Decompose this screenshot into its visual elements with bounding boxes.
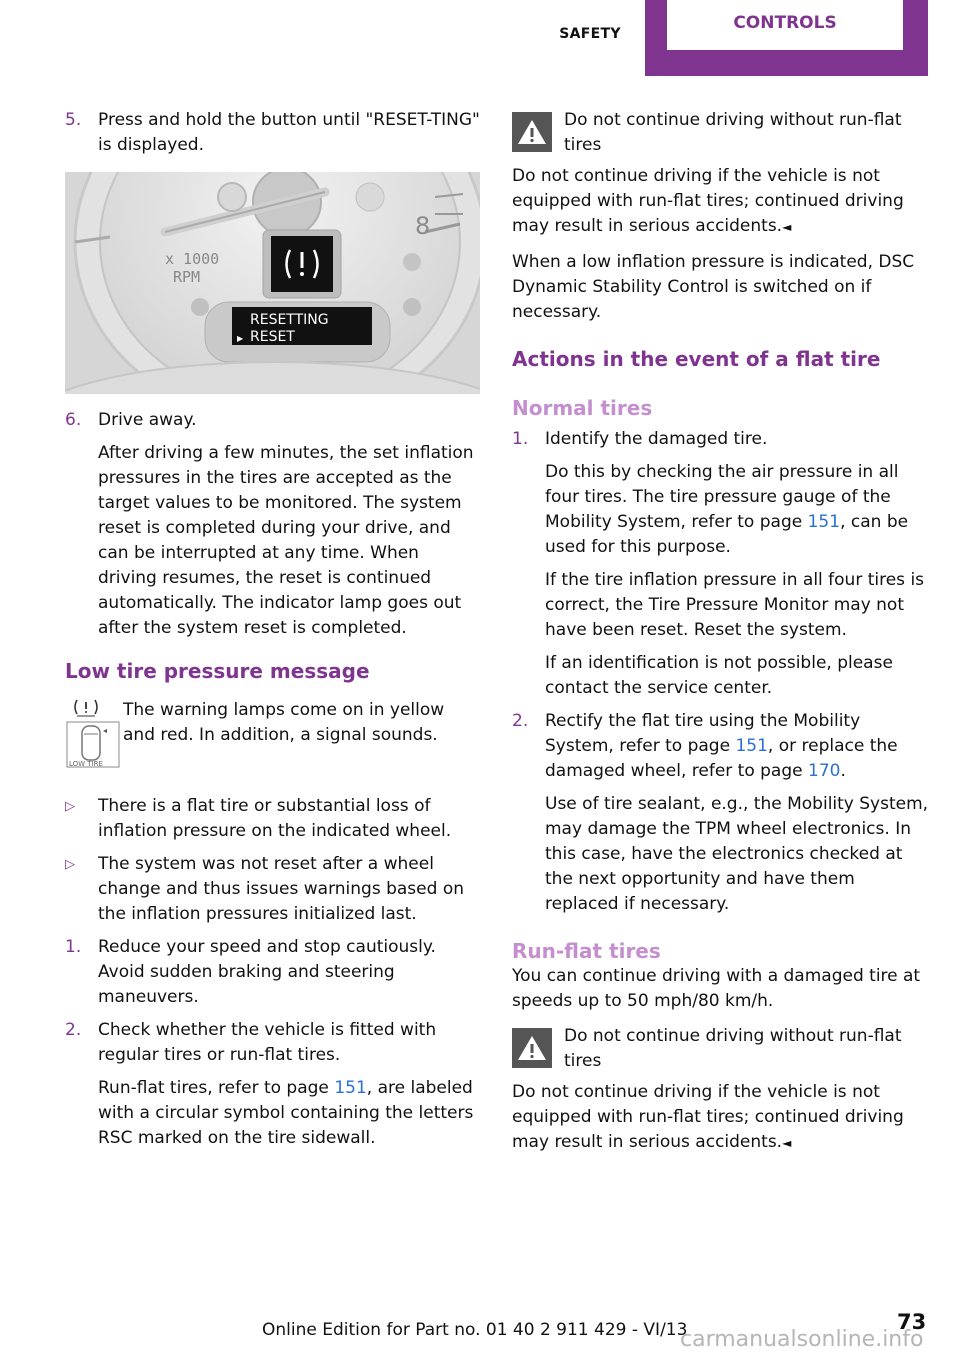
triangle-bullet-icon: ▷ [65,857,75,872]
step-number: 2. [512,711,529,731]
page-header: SAFETY CONTROLS [0,0,960,76]
low-tire-icons: LOW TIRE [66,699,120,768]
low-tire-message: LOW TIRE The warning lamps come on in ye… [65,698,480,776]
display-line-1: RESETTING [250,312,329,328]
bullet-item: ▷ The system was not reset after a wheel… [65,852,480,927]
tpm-warning-icon [74,699,98,717]
right-column: Do not continue driving without run-flat… [512,108,932,1166]
gauge-unit-1: x 1000 [165,250,219,268]
turn-signal-icon [217,182,247,212]
step-1: 1. Reduce your speed and stop cautiously… [65,935,480,1010]
end-mark-icon: ◄ [782,1136,792,1150]
left-column: 5. Press and hold the button until "RESE… [65,108,480,1159]
normal-step-1: 1. Identify the damaged tire. Do this by… [512,427,932,701]
warning-box: Do not continue driving without run-flat… [512,108,932,158]
actions-heading: Actions in the event of a flat tire [512,347,881,371]
tab-safety[interactable]: SAFETY [540,22,640,47]
gauge-number: 8 [415,212,430,240]
runflat-text: You can continue driving with a damaged … [512,966,921,1011]
step-number: 6. [65,410,82,430]
step-number: 2. [65,1020,82,1040]
warning-title: Do not continue driving without run-flat… [564,110,902,155]
svg-text:▶: ▶ [237,334,244,343]
step-title: Drive away. [98,410,197,430]
warning-triangle-icon [512,112,552,152]
car-low-tire-icon: LOW TIRE [66,721,120,768]
watermark: carmanualsonline.info [680,1327,924,1352]
step-5: 5. Press and hold the button until "RESE… [65,108,480,158]
step-number: 1. [512,429,529,449]
tab-controls-label: CONTROLS [667,0,903,50]
step-6: 6. Drive away. After driving a few minut… [65,408,480,641]
warning-title: Do not continue driving without run-flat… [564,1026,902,1071]
page-link-151[interactable]: 151 [808,512,840,532]
low-tire-label: LOW TIRE [69,760,103,768]
end-mark-icon: ◄ [782,220,792,234]
step-2: 2. Check whether the vehicle is fitted w… [65,1018,480,1151]
step-text: Do this by checking the air pressure in … [545,462,909,557]
bullet-item: ▷ There is a flat tire or substantial lo… [65,794,480,844]
page-link-151[interactable]: 151 [334,1078,366,1098]
instrument-cluster-figure: 8 x 1000 RPM RESETTING ▶ RESET [65,172,480,394]
runflat-heading: Run-flat tires [512,939,661,963]
edition-text: Online Edition for Part no. 01 40 2 911 … [262,1320,688,1340]
tab-controls[interactable]: CONTROLS [645,0,928,76]
step-text: Rectify the flat tire using the Mobility… [545,711,898,781]
low-tire-heading: Low tire pressure message [65,659,370,683]
page-link-170[interactable]: 170 [808,761,840,781]
step-text: If an identification is not possible, pl… [545,653,893,698]
triangle-bullet-icon: ▷ [65,799,75,814]
step-text: Reduce your speed and stop cautiously. A… [98,937,436,1007]
bullet-text: There is a flat tire or substantial loss… [98,796,452,841]
step-title: Identify the damaged tire. [545,429,768,449]
instrument-cluster-illustration: 8 x 1000 RPM RESETTING ▶ RESET [65,172,480,394]
step-text: Use of tire sealant, e.g., the Mobility … [545,794,929,914]
step-text: Check whether the vehicle is fitted with… [98,1020,437,1065]
normal-tires-heading: Normal tires [512,396,653,420]
warning-triangle-icon [512,1028,552,1068]
step-text: Press and hold the button until "RESET-T… [98,110,480,155]
normal-step-2: 2. Rectify the flat tire using the Mobil… [512,709,932,917]
warning-body: Do not continue driving if the vehicle i… [512,166,904,236]
step-number: 5. [65,110,82,130]
bullet-text: The system was not reset after a wheel c… [98,854,464,924]
step-text: If the tire inflation pressure in all fo… [545,570,925,640]
page-link-151[interactable]: 151 [735,736,767,756]
gauge-unit-2: RPM [173,268,200,286]
page-footer: Online Edition for Part no. 01 40 2 911 … [0,1310,960,1355]
step-text: After driving a few minutes, the set inf… [98,443,474,638]
low-tire-text: The warning lamps come on in yellow and … [123,700,445,745]
display-line-2: RESET [250,329,295,345]
dsc-text: When a low inflation pressure is indicat… [512,252,915,322]
warning-body: Do not continue driving if the vehicle i… [512,1082,904,1152]
step-subtext: Run-flat tires, refer to page 151, are l… [98,1078,474,1148]
warning-box: Do not continue driving without run-flat… [512,1024,932,1074]
step-number: 1. [65,937,82,957]
